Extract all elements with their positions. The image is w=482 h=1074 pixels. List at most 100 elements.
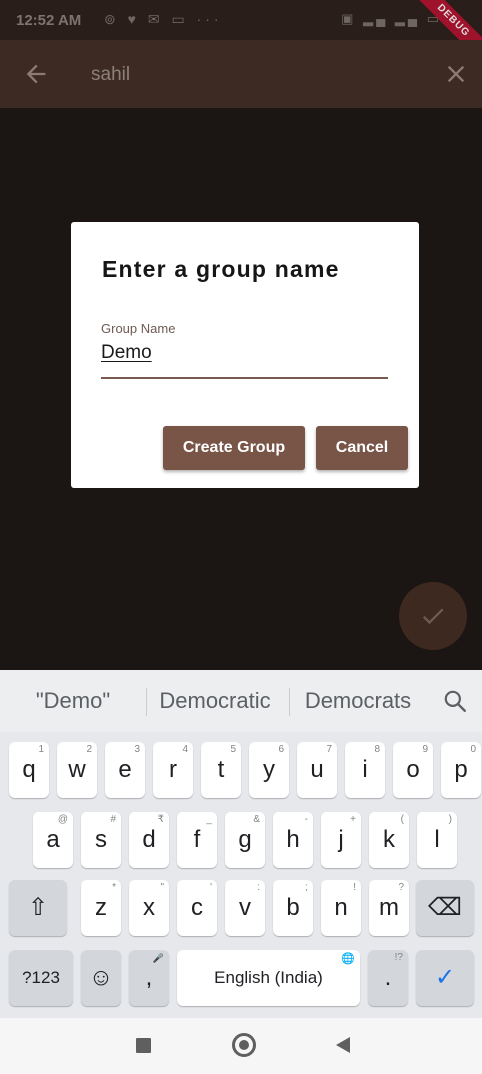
arrow-back-icon[interactable] — [22, 60, 50, 88]
key-hint: 2 — [86, 744, 92, 755]
period-label: . — [384, 964, 392, 991]
key-v[interactable]: v: — [225, 880, 265, 936]
space-label: English (India) — [214, 968, 323, 987]
backspace-key[interactable]: ⌫ — [416, 880, 474, 936]
key-y[interactable]: y6 — [249, 742, 289, 798]
key-label: s — [95, 826, 107, 853]
key-label: t — [217, 756, 225, 783]
key-hint: 6 — [278, 744, 284, 755]
symbols-key[interactable]: ?123 — [9, 950, 73, 1006]
backspace-icon: ⌫ — [428, 894, 462, 921]
shift-icon: ⇧ — [27, 894, 49, 921]
key-z[interactable]: z * — [81, 880, 121, 936]
suggestion-item[interactable]: Democrats — [290, 688, 426, 714]
key-hint: * — [112, 882, 116, 893]
key-u[interactable]: u7 — [297, 742, 337, 798]
key-label: o — [406, 756, 420, 783]
recents-square-icon[interactable] — [136, 1038, 151, 1053]
confirm-fab[interactable] — [399, 582, 467, 650]
close-icon[interactable] — [442, 60, 470, 88]
key-label: h — [286, 826, 300, 853]
key-hint: & — [253, 814, 260, 825]
key-h[interactable]: h- — [273, 812, 313, 868]
key-m[interactable]: m? — [369, 880, 409, 936]
key-hint: 8 — [374, 744, 380, 755]
key-k[interactable]: k( — [369, 812, 409, 868]
search-icon[interactable] — [442, 688, 468, 714]
create-group-button[interactable]: Create Group — [163, 426, 305, 470]
key-f[interactable]: f _ — [177, 812, 217, 868]
check-icon: ✓ — [434, 964, 456, 991]
key-w[interactable]: w2 — [57, 742, 97, 798]
comma-key[interactable]: , 🎤 — [129, 950, 169, 1006]
key-hint: : — [257, 882, 260, 893]
key-label: a — [46, 826, 60, 853]
key-hint: + — [350, 814, 356, 825]
shift-key[interactable]: ⇧ — [9, 880, 67, 936]
emoji-icon: ☺ — [88, 964, 114, 991]
status-bar: 12:52 AM ⊚ ♥ ✉ ▭ ··· ▣ ▂▄ ▂▄ ▭ DEBUG — [0, 0, 482, 67]
key-label: m — [379, 894, 399, 921]
key-label: b — [286, 894, 300, 921]
key-label: w — [68, 756, 86, 783]
key-hint: 5 — [230, 744, 236, 755]
key-g[interactable]: g & — [225, 812, 265, 868]
key-c[interactable]: c ' — [177, 880, 217, 936]
key-label: n — [334, 894, 348, 921]
key-t[interactable]: t5 — [201, 742, 241, 798]
key-label: y — [263, 756, 275, 783]
key-s[interactable]: s # — [81, 812, 121, 868]
key-hint: 9 — [422, 744, 428, 755]
key-p[interactable]: p0 — [441, 742, 481, 798]
space-key[interactable]: English (India) 🌐 — [177, 950, 360, 1006]
app-bar: sahil — [0, 40, 482, 108]
key-label: z — [95, 894, 107, 921]
key-label: k — [383, 826, 395, 853]
key-hint: # — [110, 814, 116, 825]
key-label: d — [142, 826, 156, 853]
system-status-icons: ▣ ▂▄ ▂▄ ▭ — [341, 11, 442, 26]
key-q[interactable]: q1 — [9, 742, 49, 798]
key-x[interactable]: x " — [129, 880, 169, 936]
suggestion-item[interactable]: "Demo" — [5, 688, 141, 714]
key-n[interactable]: n! — [321, 880, 361, 936]
cancel-button[interactable]: Cancel — [316, 426, 408, 470]
key-r[interactable]: r4 — [153, 742, 193, 798]
key-i[interactable]: i8 — [345, 742, 385, 798]
key-hint: ? — [398, 882, 404, 893]
key-l[interactable]: l) — [417, 812, 457, 868]
key-hint: _ — [206, 814, 212, 825]
period-hint: !? — [394, 952, 403, 963]
emoji-key[interactable]: ☺ — [81, 950, 121, 1006]
group-name-label: Group Name — [101, 321, 176, 336]
group-name-input[interactable]: Demo — [101, 342, 152, 364]
key-a[interactable]: a @ — [33, 812, 73, 868]
key-label: g — [238, 826, 252, 853]
key-d[interactable]: d ₹ — [129, 812, 169, 868]
key-hint: ( — [400, 814, 404, 825]
key-e[interactable]: e3 — [105, 742, 145, 798]
home-circle-icon[interactable] — [232, 1033, 256, 1057]
key-label: f — [193, 826, 201, 853]
key-label: e — [118, 756, 132, 783]
period-key[interactable]: . !? — [368, 950, 408, 1006]
key-hint: ! — [353, 882, 356, 893]
key-label: u — [310, 756, 324, 783]
key-label: j — [338, 826, 344, 853]
input-underline — [101, 377, 388, 379]
globe-icon: 🌐 — [341, 953, 355, 965]
key-hint: 0 — [470, 744, 476, 755]
key-hint: ) — [448, 814, 452, 825]
key-hint: " — [160, 882, 164, 893]
key-label: l — [434, 826, 440, 853]
enter-key[interactable]: ✓ — [416, 950, 474, 1006]
key-hint: ; — [305, 882, 308, 893]
key-label: x — [143, 894, 155, 921]
key-hint: 7 — [326, 744, 332, 755]
suggestion-item[interactable]: Democratic — [147, 688, 283, 714]
key-label: p — [454, 756, 468, 783]
key-o[interactable]: o9 — [393, 742, 433, 798]
key-j[interactable]: j + — [321, 812, 361, 868]
back-triangle-icon[interactable] — [336, 1037, 350, 1053]
key-b[interactable]: b; — [273, 880, 313, 936]
